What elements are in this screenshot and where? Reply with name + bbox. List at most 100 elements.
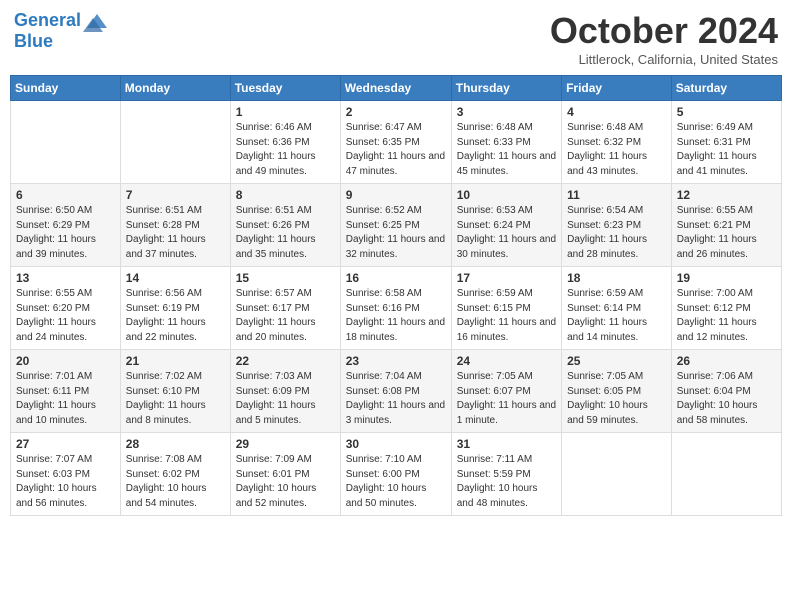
day-info: Sunrise: 6:48 AM Sunset: 6:32 PM Dayligh… <box>567 121 666 179</box>
calendar-cell: 25 Sunrise: 7:05 AM Sunset: 6:05 PM Dayli… <box>562 350 672 433</box>
day-number: 14 <box>126 271 225 285</box>
calendar-cell: 17 Sunrise: 6:59 AM Sunset: 6:15 PM Dayli… <box>451 267 561 350</box>
day-number: 31 <box>457 437 556 451</box>
day-number: 15 <box>236 271 335 285</box>
day-info: Sunrise: 7:04 AM Sunset: 6:08 PM Dayligh… <box>346 370 446 428</box>
day-info: Sunrise: 6:46 AM Sunset: 6:36 PM Dayligh… <box>236 121 335 179</box>
day-number: 8 <box>236 188 335 202</box>
day-info: Sunrise: 7:03 AM Sunset: 6:09 PM Dayligh… <box>236 370 335 428</box>
calendar-cell: 7Sunrise: 6:51 AM Sunset: 6:28 PM Daylig… <box>120 184 230 267</box>
day-number: 9 <box>346 188 446 202</box>
day-number: 19 <box>677 271 776 285</box>
day-info: Sunrise: 7:11 AM Sunset: 5:59 PM Dayligh… <box>457 453 556 511</box>
day-header-sunday: Sunday <box>11 76 121 101</box>
calendar-week-row: 13Sunrise: 6:55 AM Sunset: 6:20 PM Dayli… <box>11 267 782 350</box>
day-number: 4 <box>567 105 666 119</box>
day-info: Sunrise: 6:59 AM Sunset: 6:15 PM Dayligh… <box>457 287 556 345</box>
calendar-cell: 21Sunrise: 7:02 AM Sunset: 6:10 PM Dayli… <box>120 350 230 433</box>
day-number: 21 <box>126 354 225 368</box>
calendar-cell: 29 Sunrise: 7:09 AM Sunset: 6:01 PM Dayli… <box>230 433 340 516</box>
calendar-cell: 3 Sunrise: 6:48 AM Sunset: 6:33 PM Daylig… <box>451 101 561 184</box>
calendar-cell <box>120 101 230 184</box>
calendar-cell: 1 Sunrise: 6:46 AM Sunset: 6:36 PM Daylig… <box>230 101 340 184</box>
calendar-cell: 20 Sunrise: 7:01 AM Sunset: 6:11 PM Dayli… <box>11 350 121 433</box>
logo-text-blue: Blue <box>14 32 53 52</box>
day-number: 22 <box>236 354 335 368</box>
day-number: 12 <box>677 188 776 202</box>
day-number: 29 <box>236 437 335 451</box>
calendar-week-row: 27 Sunrise: 7:07 AM Sunset: 6:03 PM Dayli… <box>11 433 782 516</box>
day-number: 25 <box>567 354 666 368</box>
day-number: 26 <box>677 354 776 368</box>
day-info: Sunrise: 6:50 AM Sunset: 6:29 PM Dayligh… <box>16 204 115 262</box>
calendar-cell: 4 Sunrise: 6:48 AM Sunset: 6:32 PM Daylig… <box>562 101 672 184</box>
title-block: October 2024 Littlerock, California, Uni… <box>550 10 778 67</box>
day-header-tuesday: Tuesday <box>230 76 340 101</box>
day-info: Sunrise: 7:09 AM Sunset: 6:01 PM Dayligh… <box>236 453 335 511</box>
day-number: 20 <box>16 354 115 368</box>
day-info: Sunrise: 6:58 AM Sunset: 6:16 PM Dayligh… <box>346 287 446 345</box>
calendar-cell: 14Sunrise: 6:56 AM Sunset: 6:19 PM Dayli… <box>120 267 230 350</box>
day-info: Sunrise: 7:10 AM Sunset: 6:00 PM Dayligh… <box>346 453 446 511</box>
day-info: Sunrise: 6:57 AM Sunset: 6:17 PM Dayligh… <box>236 287 335 345</box>
day-info: Sunrise: 7:01 AM Sunset: 6:11 PM Dayligh… <box>16 370 115 428</box>
calendar-cell: 28 Sunrise: 7:08 AM Sunset: 6:02 PM Dayli… <box>120 433 230 516</box>
day-number: 27 <box>16 437 115 451</box>
day-info: Sunrise: 6:47 AM Sunset: 6:35 PM Dayligh… <box>346 121 446 179</box>
calendar-cell: 12Sunrise: 6:55 AM Sunset: 6:21 PM Dayli… <box>671 184 781 267</box>
calendar-week-row: 20 Sunrise: 7:01 AM Sunset: 6:11 PM Dayli… <box>11 350 782 433</box>
day-number: 28 <box>126 437 225 451</box>
day-info: Sunrise: 6:48 AM Sunset: 6:33 PM Dayligh… <box>457 121 556 179</box>
calendar-cell: 8 Sunrise: 6:51 AM Sunset: 6:26 PM Daylig… <box>230 184 340 267</box>
logo-icon <box>83 10 111 32</box>
day-number: 3 <box>457 105 556 119</box>
day-info: Sunrise: 6:51 AM Sunset: 6:26 PM Dayligh… <box>236 204 335 262</box>
logo-text: General <box>14 11 81 31</box>
calendar-cell: 22 Sunrise: 7:03 AM Sunset: 6:09 PM Dayli… <box>230 350 340 433</box>
day-number: 10 <box>457 188 556 202</box>
calendar-week-row: 1 Sunrise: 6:46 AM Sunset: 6:36 PM Daylig… <box>11 101 782 184</box>
day-header-saturday: Saturday <box>671 76 781 101</box>
calendar-cell: 11 Sunrise: 6:54 AM Sunset: 6:23 PM Dayli… <box>562 184 672 267</box>
day-info: Sunrise: 6:49 AM Sunset: 6:31 PM Dayligh… <box>677 121 776 179</box>
day-number: 17 <box>457 271 556 285</box>
month-title: October 2024 <box>550 10 778 52</box>
day-info: Sunrise: 7:08 AM Sunset: 6:02 PM Dayligh… <box>126 453 225 511</box>
day-number: 2 <box>346 105 446 119</box>
day-header-monday: Monday <box>120 76 230 101</box>
logo: General Blue <box>14 10 111 52</box>
day-number: 23 <box>346 354 446 368</box>
day-number: 7 <box>126 188 225 202</box>
calendar-cell: 10 Sunrise: 6:53 AM Sunset: 6:24 PM Dayli… <box>451 184 561 267</box>
day-header-wednesday: Wednesday <box>340 76 451 101</box>
calendar-table: SundayMondayTuesdayWednesdayThursdayFrid… <box>10 75 782 516</box>
calendar-cell: 5 Sunrise: 6:49 AM Sunset: 6:31 PM Daylig… <box>671 101 781 184</box>
calendar-cell: 6 Sunrise: 6:50 AM Sunset: 6:29 PM Daylig… <box>11 184 121 267</box>
calendar-cell <box>671 433 781 516</box>
calendar-cell: 9 Sunrise: 6:52 AM Sunset: 6:25 PM Daylig… <box>340 184 451 267</box>
calendar-cell: 19Sunrise: 7:00 AM Sunset: 6:12 PM Dayli… <box>671 267 781 350</box>
day-number: 5 <box>677 105 776 119</box>
day-number: 30 <box>346 437 446 451</box>
page-header: General Blue October 2024 Littlerock, Ca… <box>10 10 782 67</box>
day-info: Sunrise: 6:53 AM Sunset: 6:24 PM Dayligh… <box>457 204 556 262</box>
calendar-cell: 31 Sunrise: 7:11 AM Sunset: 5:59 PM Dayli… <box>451 433 561 516</box>
calendar-cell: 30 Sunrise: 7:10 AM Sunset: 6:00 PM Dayli… <box>340 433 451 516</box>
day-info: Sunrise: 7:05 AM Sunset: 6:07 PM Dayligh… <box>457 370 556 428</box>
calendar-cell: 13Sunrise: 6:55 AM Sunset: 6:20 PM Dayli… <box>11 267 121 350</box>
day-info: Sunrise: 7:07 AM Sunset: 6:03 PM Dayligh… <box>16 453 115 511</box>
day-number: 1 <box>236 105 335 119</box>
calendar-cell: 18Sunrise: 6:59 AM Sunset: 6:14 PM Dayli… <box>562 267 672 350</box>
day-info: Sunrise: 7:06 AM Sunset: 6:04 PM Dayligh… <box>677 370 776 428</box>
day-header-thursday: Thursday <box>451 76 561 101</box>
calendar-cell: 16Sunrise: 6:58 AM Sunset: 6:16 PM Dayli… <box>340 267 451 350</box>
day-info: Sunrise: 6:54 AM Sunset: 6:23 PM Dayligh… <box>567 204 666 262</box>
calendar-cell: 26 Sunrise: 7:06 AM Sunset: 6:04 PM Dayli… <box>671 350 781 433</box>
calendar-cell <box>562 433 672 516</box>
day-number: 6 <box>16 188 115 202</box>
calendar-cell: 24Sunrise: 7:05 AM Sunset: 6:07 PM Dayli… <box>451 350 561 433</box>
day-info: Sunrise: 7:05 AM Sunset: 6:05 PM Dayligh… <box>567 370 666 428</box>
day-number: 11 <box>567 188 666 202</box>
day-info: Sunrise: 6:52 AM Sunset: 6:25 PM Dayligh… <box>346 204 446 262</box>
day-number: 18 <box>567 271 666 285</box>
